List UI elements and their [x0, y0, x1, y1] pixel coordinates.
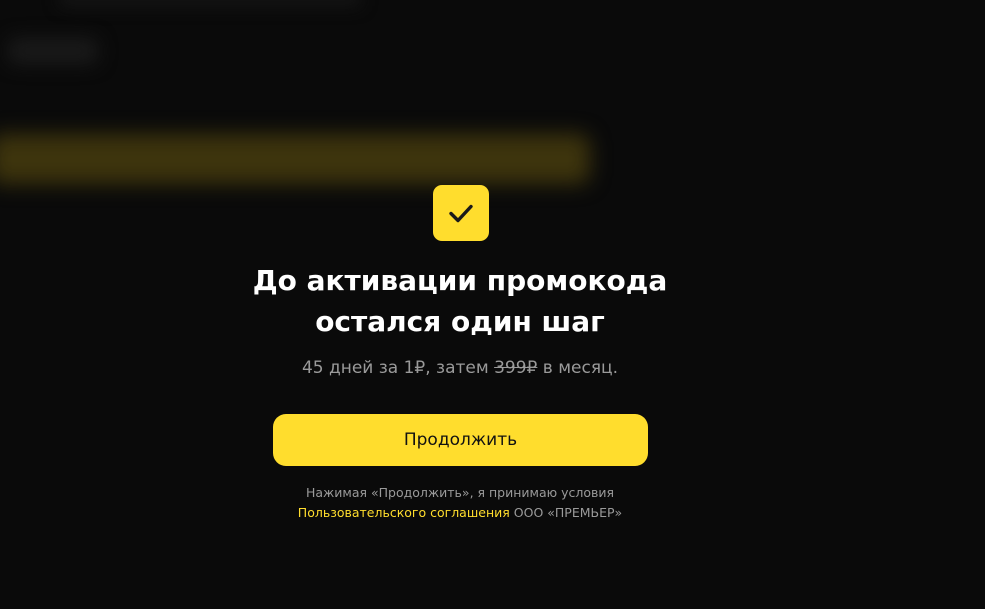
- success-badge: [433, 185, 489, 241]
- blurred-background-logo: [8, 38, 98, 64]
- offer-text-prefix: 45 дней за 1₽, затем: [301, 358, 495, 378]
- terms-notice: Нажимая «Продолжить», я принимаю условия…: [160, 483, 760, 523]
- continue-button[interactable]: Продолжить: [273, 414, 648, 466]
- offer-description: 45 дней за 1₽, затем 399₽ в месяц.: [160, 356, 760, 380]
- offer-old-price: 399₽: [494, 358, 538, 378]
- blurred-background-banner: [0, 134, 590, 184]
- checkmark-icon: [449, 204, 473, 223]
- company-name: ООО «ПРЕМЬЕР»: [509, 505, 623, 520]
- modal-title-line-1: До активации промокода: [252, 264, 668, 297]
- offer-text-suffix: в месяц.: [537, 358, 619, 378]
- promo-activation-screen: До активации промокода остался один шаг …: [0, 0, 985, 609]
- terms-line-2: Пользовательского соглашения ООО «ПРЕМЬЕ…: [160, 503, 760, 523]
- blurred-background-header: [60, 0, 360, 6]
- terms-text: Нажимая «Продолжить», я принимаю условия: [305, 485, 615, 500]
- modal-title: До активации промокода остался один шаг: [160, 260, 760, 342]
- user-agreement-link[interactable]: Пользовательского соглашения: [298, 505, 510, 520]
- modal-title-line-2: остался один шаг: [315, 305, 605, 338]
